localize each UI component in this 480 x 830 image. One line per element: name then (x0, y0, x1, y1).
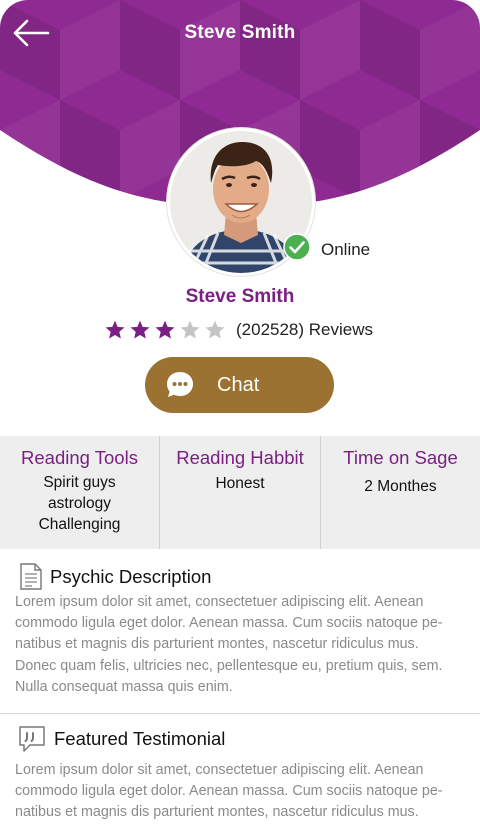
quote-bubble-icon (19, 726, 45, 752)
page-title: Steve Smith (184, 22, 296, 43)
star-filled-icon (130, 320, 150, 339)
chat-button-label: Chat (217, 373, 260, 396)
section-header: Psychic Description (0, 562, 480, 596)
body-line: Donec quam felis, ultricies nec, pellent… (15, 657, 443, 674)
info-strip: Reading Tools Spirit guys astrology Chal… (0, 436, 480, 549)
body-line: Lorem ipsum dolor sit amet, consectetuer… (15, 762, 424, 778)
info-value: Challenging (38, 516, 121, 533)
section-title: Psychic Description (50, 566, 212, 587)
body-line: natibus et magnis dis parturient montes,… (15, 636, 419, 653)
body-line: natibus et magnis dis parturient montes,… (15, 804, 419, 821)
checkmark-badge-icon (283, 233, 311, 261)
info-reading-habit: Reading Habbit Honest (159, 436, 320, 549)
info-title: Reading Habbit (176, 447, 304, 468)
chat-bubble-icon (167, 372, 193, 397)
star-filled-icon (155, 320, 175, 339)
reviews-count: (202528) Reviews (236, 320, 374, 339)
section-header: Featured Testimonial (0, 724, 480, 758)
info-value: astrology (48, 495, 111, 512)
star-rating (104, 319, 226, 341)
body-line: Nulla consequat massa quis enim. (15, 678, 233, 695)
document-icon (20, 563, 42, 590)
info-value: Spirit guys (43, 474, 116, 491)
star-empty-icon (180, 320, 200, 339)
section-body: Lorem ipsum dolor sit amet, consectetuer… (15, 760, 465, 824)
body-line: Lorem ipsum dolor sit amet, consectetuer… (15, 594, 424, 610)
info-value: Honest (215, 475, 265, 492)
star-empty-icon (205, 320, 225, 339)
rating-row: (202528) Reviews (104, 316, 373, 344)
online-status: Online (321, 240, 371, 259)
section-title: Featured Testimonial (54, 728, 226, 749)
info-time-on-sage: Time on Sage 2 Monthes (320, 436, 480, 549)
section-body: Lorem ipsum dolor sit amet, consectetuer… (15, 592, 465, 698)
chat-button[interactable]: Chat (145, 357, 334, 413)
info-title: Time on Sage (343, 447, 458, 468)
section-divider (0, 713, 480, 714)
body-line: commodo ligula eget dolor. Aenean massa.… (15, 615, 443, 632)
info-reading-tools: Reading Tools Spirit guys astrology Chal… (0, 436, 159, 549)
psychic-description-section: Psychic Description Lorem ipsum dolor si… (0, 562, 480, 712)
featured-testimonial-section: Featured Testimonial Lorem ipsum dolor s… (0, 724, 480, 830)
star-filled-icon (105, 320, 125, 339)
info-value: 2 Monthes (364, 478, 437, 495)
profile-name: Steve Smith (185, 286, 295, 307)
body-line: commodo ligula eget dolor. Aenean massa.… (15, 783, 443, 800)
info-title: Reading Tools (21, 447, 138, 468)
